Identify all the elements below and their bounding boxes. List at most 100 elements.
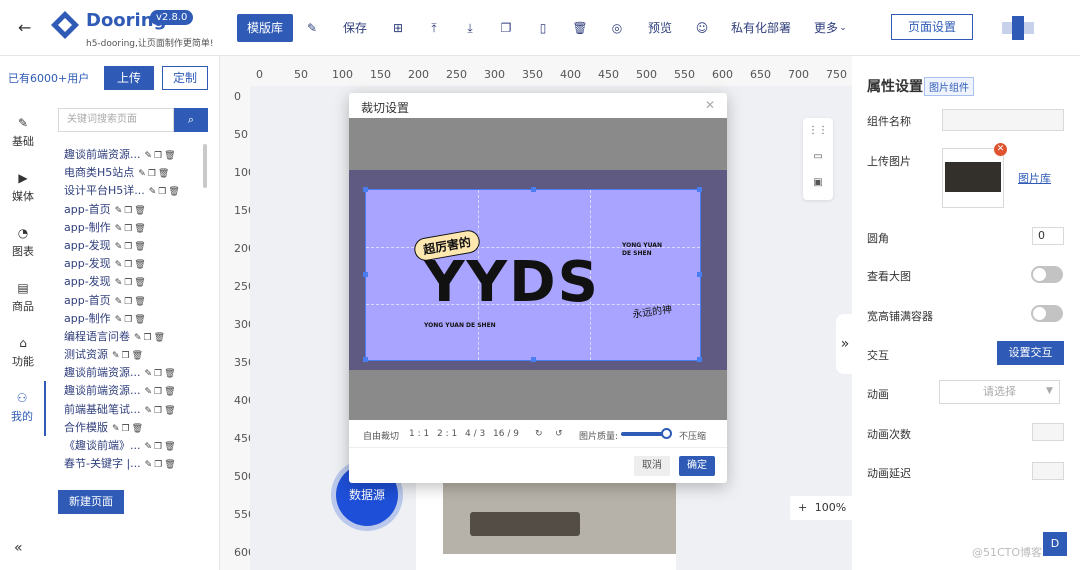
zoom-in-icon[interactable]: + — [798, 501, 807, 514]
page-action-icons[interactable]: ✎❐🗑 — [149, 187, 182, 197]
page-list-item[interactable]: 趣谈前端资源... ✎❐🗑 — [64, 382, 204, 400]
ratio-4-3[interactable]: 4 / 3 — [465, 429, 485, 439]
crop-handle[interactable] — [697, 357, 702, 362]
more-menu[interactable]: 更多 — [812, 14, 840, 42]
instagram-icon[interactable]: ◎ — [607, 14, 627, 42]
gallery-link[interactable]: 图片库 — [1018, 170, 1051, 186]
cancel-button[interactable]: 取消 — [634, 456, 670, 476]
ratio-16-9[interactable]: 16 / 9 — [493, 429, 519, 439]
page-action-icons[interactable]: ✎❐🗑 — [145, 442, 178, 452]
page-action-icons[interactable]: ✎❐🗑 — [134, 333, 167, 343]
page-list-item[interactable]: 春节-关键字 |... ✎❐🗑 — [64, 455, 204, 473]
page-action-icons[interactable]: ✎❐🗑 — [115, 224, 148, 234]
page-list-item[interactable]: 前端基础笔试... ✎❐🗑 — [64, 401, 204, 419]
rotate-left-icon[interactable]: ↺ — [555, 429, 563, 439]
crop-handle[interactable] — [363, 357, 368, 362]
user-notify-icon[interactable]: ☺ — [692, 14, 712, 42]
nav-mine[interactable]: ⚇ 我的 — [0, 381, 46, 436]
crop-handle[interactable] — [697, 187, 702, 192]
quality-slider-knob[interactable] — [661, 428, 672, 439]
page-action-icons[interactable]: ✎❐🗑 — [115, 278, 148, 288]
page-list-item[interactable]: 合作模版 ✎❐🗑 — [64, 419, 204, 437]
page-list-item[interactable]: app-发现 ✎❐🗑 — [64, 237, 204, 255]
nav-chart[interactable]: ◔ 图表 — [0, 216, 46, 271]
upload-icon[interactable]: ⤒ — [424, 14, 444, 42]
crop-handle[interactable] — [531, 187, 536, 192]
back-arrow-icon[interactable]: ← — [18, 18, 31, 37]
rotate-right-icon[interactable]: ↻ — [535, 429, 543, 439]
page-search-input[interactable]: 关键词搜索页面 — [58, 108, 174, 132]
crop-handle[interactable] — [363, 272, 368, 277]
page-action-icons[interactable]: ✎❐🗑 — [145, 406, 178, 416]
collapse-double-left-icon[interactable]: « — [14, 540, 23, 556]
drag-handle-icon[interactable]: ⋮⋮ — [803, 118, 833, 144]
download-icon[interactable]: ⤓ — [460, 14, 480, 42]
set-interaction-button[interactable]: 设置交互 — [997, 341, 1064, 365]
page-list-item[interactable]: 测试资源 ✎❐🗑 — [64, 346, 204, 364]
page-settings-button[interactable]: 页面设置 — [891, 14, 973, 40]
page-list-item[interactable]: app-首页 ✎❐🗑 — [64, 292, 204, 310]
ratio-2-1[interactable]: 2 : 1 — [437, 429, 457, 439]
ratio-1-1[interactable]: 1 : 1 — [409, 429, 429, 439]
component-name-input[interactable] — [942, 109, 1064, 131]
animation-select[interactable]: 请选择 — [939, 380, 1060, 404]
page-list-item[interactable]: 趣谈前端资源... ✎❐🗑 — [64, 364, 204, 382]
page-list-item[interactable]: 电商类H5站点 ✎❐🗑 — [64, 164, 204, 182]
crop-area[interactable]: 超厉害的 YYDS YONG YUAN DE SHEN YONG YUAN DE… — [349, 118, 727, 420]
animation-count-input[interactable] — [1032, 423, 1064, 441]
template-library-button[interactable]: 模版库 — [237, 14, 293, 42]
page-list-item[interactable]: app-发现 ✎❐🗑 — [64, 255, 204, 273]
page-action-icons[interactable]: ✎❐🗑 — [115, 315, 148, 325]
page-action-icons[interactable]: ✎❐🗑 — [112, 351, 145, 361]
mobile-icon[interactable]: ▯ — [533, 14, 553, 42]
page-list-item[interactable]: app-制作 ✎❐🗑 — [64, 310, 204, 328]
crop-handle[interactable] — [697, 272, 702, 277]
remove-image-icon[interactable]: ✕ — [994, 143, 1007, 156]
page-action-icons[interactable]: ✎❐🗑 — [138, 169, 171, 179]
radius-input[interactable]: 0 — [1032, 227, 1064, 245]
page-action-icons[interactable]: ✎❐🗑 — [145, 460, 178, 470]
page-action-icons[interactable]: ✎❐🗑 — [145, 369, 178, 379]
nav-media[interactable]: ▶ 媒体 — [0, 161, 46, 216]
page-list-item[interactable]: 趣谈前端资源... ✎❐🗑 — [64, 146, 204, 164]
page-list-item[interactable]: 编程语言问卷 ✎❐🗑 — [64, 328, 204, 346]
edit-icon[interactable]: ✎ — [302, 14, 322, 42]
nav-function[interactable]: ⌂ 功能 — [0, 326, 46, 381]
new-page-button[interactable]: 新建页面 — [58, 490, 124, 514]
preview-button[interactable]: 预览 — [645, 14, 675, 42]
copy-icon[interactable]: ❐ — [496, 14, 516, 42]
big-view-toggle[interactable] — [1031, 266, 1063, 283]
page-action-icons[interactable]: ✎❐🗑 — [145, 387, 178, 397]
page-list-item[interactable]: app-发现 ✎❐🗑 — [64, 273, 204, 291]
page-list-scrollbar[interactable] — [203, 144, 207, 188]
page-action-icons[interactable]: ✎❐🗑 — [115, 242, 148, 252]
page-action-icons[interactable]: ✎❐🗑 — [115, 260, 148, 270]
nav-basic[interactable]: ✎ 基础 — [0, 106, 46, 161]
animation-delay-input[interactable] — [1032, 462, 1064, 480]
search-button[interactable]: ⌕ — [174, 108, 208, 132]
crop-handle[interactable] — [363, 187, 368, 192]
fill-container-toggle[interactable] — [1031, 305, 1063, 322]
page-list-item[interactable]: 设计平台H5详... ✎❐🗑 — [64, 182, 204, 200]
private-deploy-button[interactable]: 私有化部署 — [731, 14, 791, 42]
page-action-icons[interactable]: ✎❐🗑 — [112, 424, 145, 434]
page-action-icons[interactable]: ✎❐🗑 — [115, 206, 148, 216]
avatar[interactable] — [1000, 14, 1036, 42]
custom-button[interactable]: 定制 — [162, 66, 208, 90]
save-button[interactable]: 保存 — [340, 14, 370, 42]
nav-goods[interactable]: ▤ 商品 — [0, 271, 46, 326]
layout-icon[interactable]: ▣ — [803, 170, 833, 196]
close-icon[interactable]: ✕ — [705, 98, 715, 112]
confirm-button[interactable]: 确定 — [679, 456, 715, 476]
crop-handle[interactable] — [531, 357, 536, 362]
page-action-icons[interactable]: ✎❐🗑 — [115, 297, 148, 307]
page-list-item[interactable]: 《趣谈前端》... ✎❐🗑 — [64, 437, 204, 455]
page-list-item[interactable]: app-首页 ✎❐🗑 — [64, 201, 204, 219]
ratio-free[interactable]: 自由裁切 — [363, 429, 399, 442]
desktop-icon[interactable]: ▭ — [803, 144, 833, 170]
delete-icon[interactable]: 🗑 — [570, 14, 590, 42]
page-list-item[interactable]: app-制作 ✎❐🗑 — [64, 219, 204, 237]
upload-button[interactable]: 上传 — [104, 66, 154, 90]
crop-selection[interactable]: 超厉害的 YYDS YONG YUAN DE SHEN YONG YUAN DE… — [363, 187, 702, 362]
page-action-icons[interactable]: ✎❐🗑 — [145, 151, 178, 161]
